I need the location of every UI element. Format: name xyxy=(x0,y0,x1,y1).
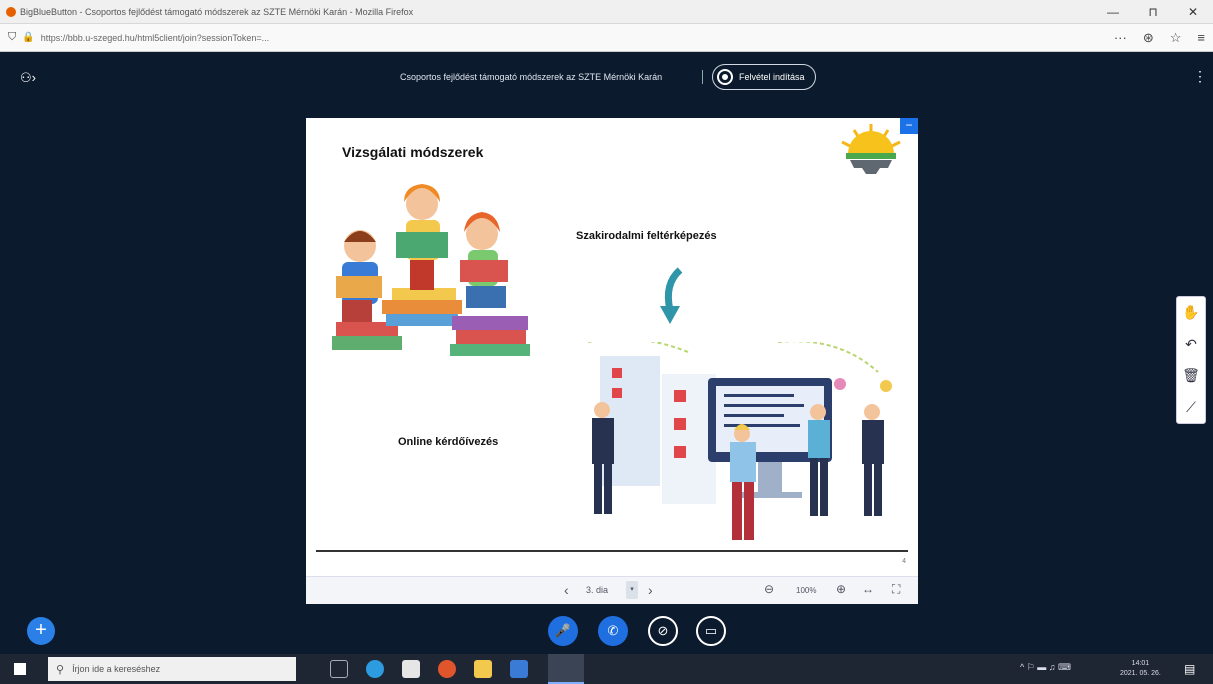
taskbar-search-input[interactable]: ⚲ Írjon ide a kereséshez xyxy=(48,657,296,681)
clock-date: 2021. 05. 26. xyxy=(1120,670,1161,677)
meeting-title: Csoportos fejlődést támogató módszerek a… xyxy=(400,72,663,82)
browser-titlebar: BigBlueButton - Csoportos fejlődést támo… xyxy=(0,0,1213,24)
photos-icon[interactable] xyxy=(510,660,528,678)
zoom-in-icon[interactable]: ⊕ xyxy=(836,582,846,596)
more-icon[interactable]: ··· xyxy=(1114,30,1127,45)
gear-sun-logo xyxy=(841,124,901,174)
record-button[interactable]: Felvétel indítása xyxy=(712,64,816,90)
presentation-slide: − Vizsgálati módszerek Szakirodalmi felt… xyxy=(306,118,918,576)
slide-title: Vizsgálati módszerek xyxy=(342,144,484,160)
curved-arrow-icon xyxy=(660,267,683,324)
audio-phone-button[interactable]: ✆ xyxy=(598,616,628,646)
minimize-window-button[interactable]: — xyxy=(1093,5,1133,19)
store-icon[interactable] xyxy=(402,660,420,678)
webcam-button[interactable]: ⊘ xyxy=(648,616,678,646)
microphone-icon: 🎤 xyxy=(554,623,572,638)
previous-slide-icon[interactable]: ‹ xyxy=(564,582,569,598)
office-icon[interactable] xyxy=(438,660,456,678)
pocket-icon[interactable]: ⊛ xyxy=(1143,30,1154,46)
multi-user-icon[interactable]: ⟋ xyxy=(1186,399,1196,416)
edge-browser-icon[interactable] xyxy=(366,660,384,678)
microphone-button[interactable]: 🎤 xyxy=(548,616,578,646)
undo-icon[interactable]: ↶ xyxy=(1185,336,1197,353)
slide-page-number: 4 xyxy=(902,558,906,565)
firefox-taskbar-icon[interactable] xyxy=(548,654,584,684)
taskbar-clock[interactable]: 14:01 2021. 05. 26. xyxy=(1120,659,1161,679)
divider xyxy=(702,70,703,84)
fullscreen-icon[interactable]: ⛶ xyxy=(892,582,900,597)
screenshare-button[interactable]: ▭ xyxy=(696,616,726,646)
meeting-topbar: ⚇› Csoportos fejlődést támogató módszere… xyxy=(0,52,1213,104)
file-explorer-icon[interactable] xyxy=(474,660,492,678)
maximize-window-button[interactable]: ⊓ xyxy=(1133,5,1173,19)
record-icon xyxy=(717,69,733,85)
camera-off-icon: ⊘ xyxy=(657,623,669,638)
notification-icon[interactable]: ▤ xyxy=(1184,662,1195,676)
online-survey-label: Online kérdőívezés xyxy=(398,436,499,448)
trash-icon[interactable]: 🗑 xyxy=(1182,367,1200,384)
fit-width-icon[interactable]: ↔ xyxy=(862,582,874,596)
screenshare-icon: ▭ xyxy=(704,623,718,638)
actions-plus-button[interactable]: + xyxy=(27,617,55,645)
window-title: BigBlueButton - Csoportos fejlődést támo… xyxy=(20,6,414,17)
zoom-value: 100% xyxy=(796,586,817,595)
slide-footer-line xyxy=(316,550,908,552)
shield-icon[interactable]: ⛉ xyxy=(8,31,16,44)
phone-icon: ✆ xyxy=(607,623,619,638)
menu-icon[interactable]: ≡ xyxy=(1197,30,1205,45)
address-bar: ⛉ 🔒 https://bbb.u-szeged.hu/html5client/… xyxy=(0,24,1213,52)
record-label: Felvétel indítása xyxy=(739,72,805,82)
system-tray[interactable]: ^ ⚐ ▬ ♫ ⌨ xyxy=(1020,662,1071,673)
zoom-out-icon[interactable]: ⊖ xyxy=(764,582,774,596)
presentation-toolbar: ‹ 3. dia ▾ › ⊖ 100% ⊕ ↔ ⛶ xyxy=(306,576,918,604)
slide-dropdown-icon[interactable]: ▾ xyxy=(626,581,638,599)
next-slide-icon[interactable]: › xyxy=(648,582,653,598)
search-icon: ⚲ xyxy=(56,663,65,676)
taskbar-search-placeholder: Írjon ide a kereséshez xyxy=(72,664,161,674)
hand-pan-icon[interactable]: ✋ xyxy=(1182,304,1199,321)
task-view-icon[interactable] xyxy=(330,660,348,678)
windows-taskbar: ⚲ Írjon ide a kereséshez ^ ⚐ ▬ ♫ ⌨ 14:01… xyxy=(0,654,1213,684)
bookmark-star-icon[interactable]: ☆ xyxy=(1170,30,1182,46)
kids-reading-illustration xyxy=(332,184,530,356)
url-field[interactable]: https://bbb.u-szeged.hu/html5client/join… xyxy=(41,33,1106,43)
whiteboard-toolbar: ✋ ↶ 🗑 ⟋ xyxy=(1176,296,1206,424)
clock-time: 14:01 xyxy=(1131,660,1150,667)
firefox-icon xyxy=(6,6,16,17)
lock-icon[interactable]: 🔒 xyxy=(22,32,34,43)
slide-selector[interactable]: 3. dia xyxy=(586,585,608,595)
literature-label: Szakirodalmi feltérképezés xyxy=(576,230,717,242)
users-toggle-icon[interactable]: ⚇› xyxy=(20,70,36,86)
business-team-illustration xyxy=(588,342,892,540)
options-menu-icon[interactable]: ⋮ xyxy=(1193,68,1207,85)
close-window-button[interactable]: ✕ xyxy=(1173,5,1213,19)
windows-start-icon[interactable] xyxy=(14,663,26,675)
